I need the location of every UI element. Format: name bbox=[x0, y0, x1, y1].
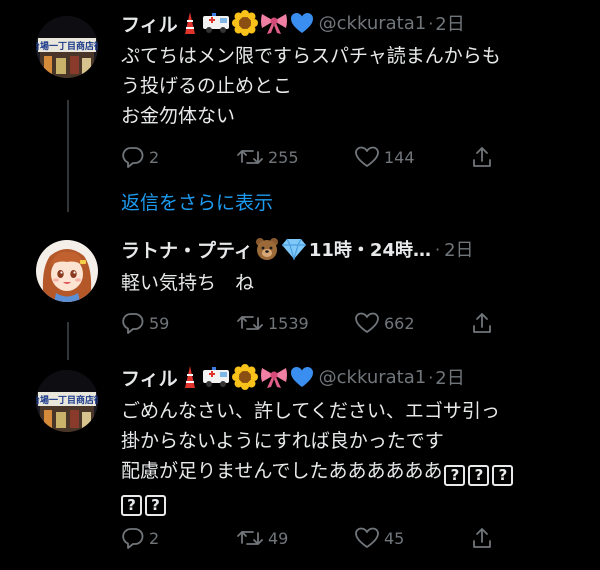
reply-button[interactable]: 2 bbox=[121, 142, 159, 172]
timestamp[interactable]: 2日 bbox=[435, 10, 464, 36]
like-button[interactable]: 662 bbox=[354, 308, 415, 338]
heart-icon bbox=[354, 526, 384, 550]
avatar[interactable]: 台場一丁目商店街 bbox=[36, 370, 98, 432]
thread-line bbox=[67, 100, 69, 212]
unknown-glyph-box: ? bbox=[145, 494, 166, 516]
show-more-replies-link[interactable]: 返信をさらに表示 bbox=[121, 188, 273, 215]
separator-dot: · bbox=[428, 13, 434, 33]
reply-icon bbox=[121, 526, 149, 550]
ribbon-emoji bbox=[260, 365, 288, 389]
blue-heart-emoji bbox=[290, 12, 314, 34]
separator-dot: · bbox=[434, 239, 441, 259]
sunflower-emoji bbox=[231, 364, 258, 390]
blue-heart-emoji bbox=[290, 366, 314, 388]
ambulance-emoji bbox=[202, 366, 230, 388]
tweet-line: お金勿体ない bbox=[121, 105, 236, 127]
share-button[interactable] bbox=[471, 142, 497, 172]
unknown-glyph-box: ? bbox=[121, 494, 142, 516]
like-button[interactable]: 45 bbox=[354, 523, 404, 553]
ribbon-emoji bbox=[260, 11, 288, 35]
tweet-line: 掛からないようにすれば良かったです bbox=[121, 430, 444, 452]
sunflower-emoji bbox=[231, 10, 258, 36]
tweet-text: ぷてちはメン限ですらスパチャ読まんからも う投げるの止めとこ お金勿体ない bbox=[121, 41, 571, 131]
tweet-line: 軽い気持ち ね bbox=[121, 272, 255, 294]
tweet-actions: 2 49 45 bbox=[121, 523, 501, 553]
tweet-header: フィル @ckkurata1 · 2日 bbox=[121, 8, 465, 38]
retweet-icon bbox=[236, 526, 268, 550]
user-handle[interactable]: @ckkurata1 bbox=[319, 367, 427, 388]
tweet-header: ラトナ・プティ 11時・24時… · 2日 bbox=[121, 234, 474, 264]
tweet-line: ぷてちはメン限ですらスパチャ読まんからも bbox=[121, 45, 501, 67]
retweet-icon bbox=[236, 311, 268, 335]
tweet-text: ごめんなさい、許してください、エゴサ引っ 掛からないようにすれば良かったです 配慮が… bbox=[121, 396, 571, 516]
separator-dot: · bbox=[428, 367, 434, 387]
like-count: 662 bbox=[384, 313, 415, 333]
retweet-count: 1539 bbox=[268, 313, 309, 333]
like-count: 45 bbox=[384, 528, 405, 548]
unknown-glyph-box: ? bbox=[444, 464, 466, 486]
heart-icon bbox=[354, 311, 384, 335]
retweet-button[interactable]: 255 bbox=[236, 142, 299, 172]
tweet-line: 配慮が足りませんでしたああああああ bbox=[121, 460, 443, 482]
retweet-button[interactable]: 49 bbox=[236, 523, 288, 553]
user-handle[interactable]: @ckkurata1 bbox=[319, 13, 427, 34]
timestamp[interactable]: 2日 bbox=[444, 236, 473, 262]
share-icon bbox=[471, 526, 497, 550]
retweet-icon bbox=[236, 145, 268, 169]
avatar[interactable] bbox=[36, 240, 98, 302]
display-name-suffix: 11時・24時… bbox=[308, 240, 431, 261]
share-icon bbox=[471, 311, 497, 335]
timestamp[interactable]: 2日 bbox=[435, 364, 464, 390]
gem-emoji bbox=[281, 238, 307, 260]
tweet-text: 軽い気持ち ね bbox=[121, 268, 571, 298]
display-name[interactable]: ラトナ・プティ bbox=[121, 236, 253, 263]
display-name[interactable]: フィル bbox=[121, 364, 178, 391]
unknown-glyph-box: ? bbox=[468, 464, 490, 486]
like-button[interactable]: 144 bbox=[354, 142, 415, 172]
tweet-line: う投げるの止めとこ bbox=[121, 75, 293, 97]
retweet-button[interactable]: 1539 bbox=[236, 308, 309, 338]
retweet-count: 49 bbox=[268, 528, 289, 548]
reply-icon bbox=[121, 311, 149, 335]
reply-button[interactable]: 2 bbox=[121, 523, 159, 553]
share-button[interactable] bbox=[471, 523, 497, 553]
tokyo-tower-emoji bbox=[180, 365, 200, 389]
bear-emoji bbox=[255, 237, 279, 261]
tweet-actions: 2 255 144 bbox=[121, 142, 501, 172]
reply-count: 59 bbox=[149, 313, 170, 333]
reply-count: 2 bbox=[149, 528, 160, 548]
share-button[interactable] bbox=[471, 308, 497, 338]
share-icon bbox=[471, 145, 497, 169]
unknown-glyph-box: ? bbox=[492, 464, 514, 486]
ambulance-emoji bbox=[202, 12, 230, 34]
reply-button[interactable]: 59 bbox=[121, 308, 169, 338]
reply-count: 2 bbox=[149, 147, 160, 167]
like-count: 144 bbox=[384, 147, 415, 167]
heart-icon bbox=[354, 145, 384, 169]
display-name[interactable]: フィル bbox=[121, 10, 178, 37]
avatar[interactable]: 台場一丁目商店街 bbox=[36, 16, 98, 78]
thread-line bbox=[67, 322, 69, 360]
reply-icon bbox=[121, 145, 149, 169]
svg-text:台場一丁目商店街: 台場一丁目商店街 bbox=[36, 394, 98, 406]
tokyo-tower-emoji bbox=[180, 11, 200, 35]
tweet-header: フィル @ckkurata1 · 2日 bbox=[121, 362, 465, 392]
tweet-line: ごめんなさい、許してください、エゴサ引っ bbox=[121, 400, 500, 422]
tweet-actions: 59 1539 662 bbox=[121, 308, 501, 338]
retweet-count: 255 bbox=[268, 147, 299, 167]
svg-text:台場一丁目商店街: 台場一丁目商店街 bbox=[36, 40, 98, 52]
